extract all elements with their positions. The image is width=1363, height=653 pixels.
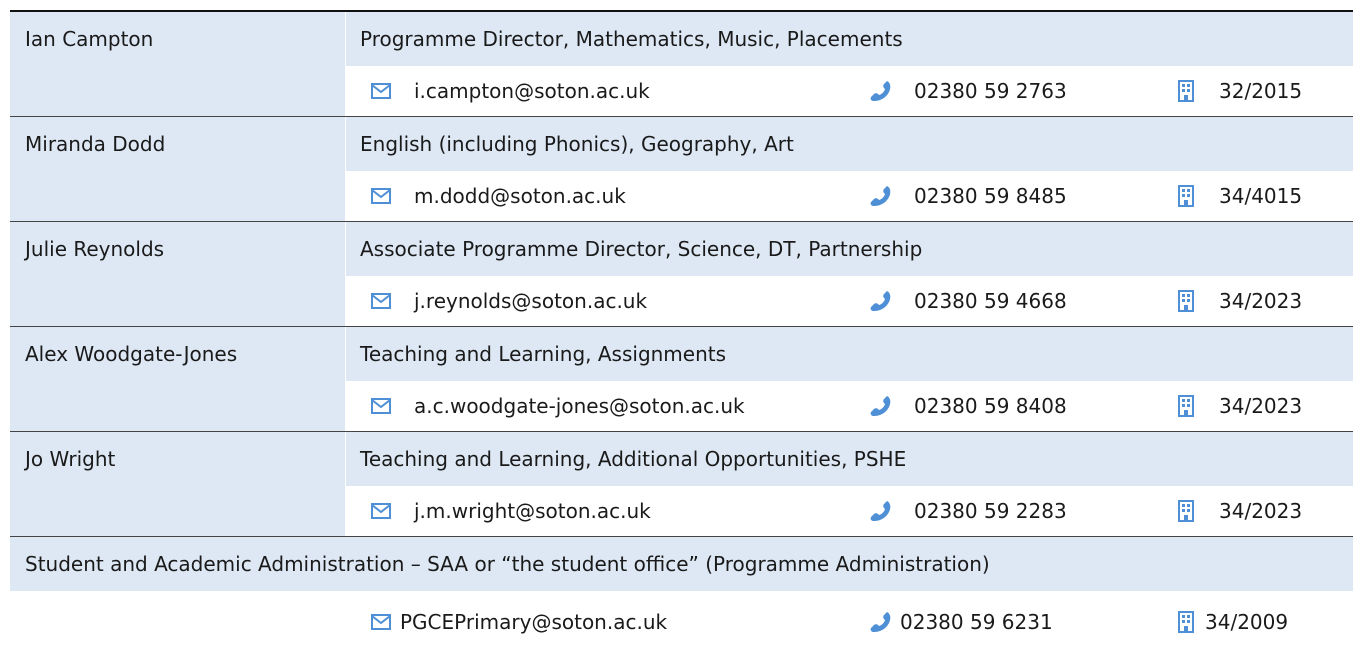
name-cell-fill: [10, 381, 345, 431]
staff-name-row: Jo Wright Teaching and Learning, Additio…: [10, 432, 1353, 486]
email-cell: a.c.woodgate-jones@soton.ac.uk: [370, 381, 745, 431]
office-contact-row: PGCEPrimary@soton.ac.uk 02380 59 6231 34…: [10, 591, 1353, 653]
building-icon: [1178, 185, 1194, 207]
email-link[interactable]: j.m.wright@soton.ac.uk: [414, 499, 651, 523]
cell-divider: [345, 117, 346, 171]
staff-roles: Teaching and Learning, Additional Opport…: [360, 447, 907, 471]
envelope-icon: [371, 83, 391, 99]
staff-roles: Programme Director, Mathematics, Music, …: [360, 27, 903, 51]
office-title: Student and Academic Administration – SA…: [25, 552, 990, 576]
staff-roles: English (including Phonics), Geography, …: [360, 132, 794, 156]
staff-roles: Teaching and Learning, Assignments: [360, 342, 727, 366]
envelope-icon: [371, 188, 391, 204]
room-cell: 34/2023: [1175, 381, 1302, 431]
building-icon: [1178, 611, 1194, 633]
staff-name: Alex Woodgate-Jones: [25, 342, 238, 366]
email-cell: m.dodd@soton.ac.uk: [370, 171, 626, 221]
room-number: 34/2009: [1205, 610, 1289, 634]
staff-contact-row: m.dodd@soton.ac.uk 02380 59 8485 34/4015: [10, 171, 1353, 222]
phone-handset-icon: [870, 396, 891, 416]
office-title-row: Student and Academic Administration – SA…: [10, 537, 1353, 591]
staff-name: Julie Reynolds: [25, 237, 165, 261]
email-cell: PGCEPrimary@soton.ac.uk: [370, 591, 667, 653]
phone-handset-icon: [870, 291, 891, 311]
email-link[interactable]: j.reynolds@soton.ac.uk: [414, 289, 647, 313]
email-cell: i.campton@soton.ac.uk: [370, 66, 650, 116]
phone-number: 02380 59 8408: [914, 394, 1067, 418]
cell-divider: [345, 432, 346, 486]
envelope-icon: [371, 503, 391, 519]
phone-number: 02380 59 2283: [914, 499, 1067, 523]
building-icon: [1178, 80, 1194, 102]
phone-number: 02380 59 4668: [914, 289, 1067, 313]
contacts-table: Ian Campton Programme Director, Mathemat…: [10, 10, 1353, 653]
email-link[interactable]: a.c.woodgate-jones@soton.ac.uk: [414, 394, 745, 418]
phone-number: 02380 59 8485: [914, 184, 1067, 208]
building-icon: [1178, 290, 1194, 312]
envelope-icon: [371, 614, 391, 630]
phone-cell: 02380 59 8485: [870, 171, 1067, 221]
room-number: 34/2023: [1219, 499, 1303, 523]
staff-name-row: Miranda Dodd English (including Phonics)…: [10, 117, 1353, 171]
email-link[interactable]: m.dodd@soton.ac.uk: [414, 184, 626, 208]
envelope-icon: [371, 398, 391, 414]
building-icon: [1178, 500, 1194, 522]
phone-number: 02380 59 2763: [914, 79, 1067, 103]
staff-contact-row: a.c.woodgate-jones@soton.ac.uk 02380 59 …: [10, 381, 1353, 432]
staff-contact-row: j.m.wright@soton.ac.uk 02380 59 2283 34/…: [10, 486, 1353, 537]
phone-cell: 02380 59 6231: [870, 591, 1053, 653]
name-cell-fill: [10, 486, 345, 536]
staff-name: Jo Wright: [25, 447, 116, 471]
room-number: 34/4015: [1219, 184, 1303, 208]
email-link[interactable]: i.campton@soton.ac.uk: [414, 79, 650, 103]
room-number: 34/2023: [1219, 289, 1303, 313]
name-cell-fill: [10, 276, 345, 326]
phone-cell: 02380 59 4668: [870, 276, 1067, 326]
staff-name-row: Alex Woodgate-Jones Teaching and Learnin…: [10, 327, 1353, 381]
room-number: 34/2023: [1219, 394, 1303, 418]
room-number: 32/2015: [1219, 79, 1303, 103]
name-cell-fill: [10, 66, 345, 116]
building-icon: [1178, 395, 1194, 417]
phone-handset-icon: [870, 612, 891, 632]
room-cell: 34/2023: [1175, 276, 1302, 326]
staff-name: Miranda Dodd: [25, 132, 166, 156]
staff-contact-row: i.campton@soton.ac.uk 02380 59 2763 32/2…: [10, 66, 1353, 117]
email-cell: j.m.wright@soton.ac.uk: [370, 486, 651, 536]
cell-divider: [345, 222, 346, 276]
staff-name-row: Julie Reynolds Associate Programme Direc…: [10, 222, 1353, 276]
phone-handset-icon: [870, 81, 891, 101]
room-cell: 32/2015: [1175, 66, 1302, 116]
room-cell: 34/2023: [1175, 486, 1302, 536]
phone-handset-icon: [870, 186, 891, 206]
staff-contact-row: j.reynolds@soton.ac.uk 02380 59 4668 34/…: [10, 276, 1353, 327]
staff-name-row: Ian Campton Programme Director, Mathemat…: [10, 12, 1353, 66]
phone-cell: 02380 59 2283: [870, 486, 1067, 536]
phone-cell: 02380 59 2763: [870, 66, 1067, 116]
phone-handset-icon: [870, 501, 891, 521]
room-cell: 34/2009: [1175, 591, 1288, 653]
cell-divider: [345, 12, 346, 66]
phone-number: 02380 59 6231: [900, 610, 1053, 634]
room-cell: 34/4015: [1175, 171, 1302, 221]
phone-cell: 02380 59 8408: [870, 381, 1067, 431]
staff-roles: Associate Programme Director, Science, D…: [360, 237, 923, 261]
name-cell-fill: [10, 171, 345, 221]
envelope-icon: [371, 293, 391, 309]
email-cell: j.reynolds@soton.ac.uk: [370, 276, 647, 326]
staff-name: Ian Campton: [25, 27, 154, 51]
cell-divider: [345, 327, 346, 381]
email-link[interactable]: PGCEPrimary@soton.ac.uk: [400, 610, 667, 634]
